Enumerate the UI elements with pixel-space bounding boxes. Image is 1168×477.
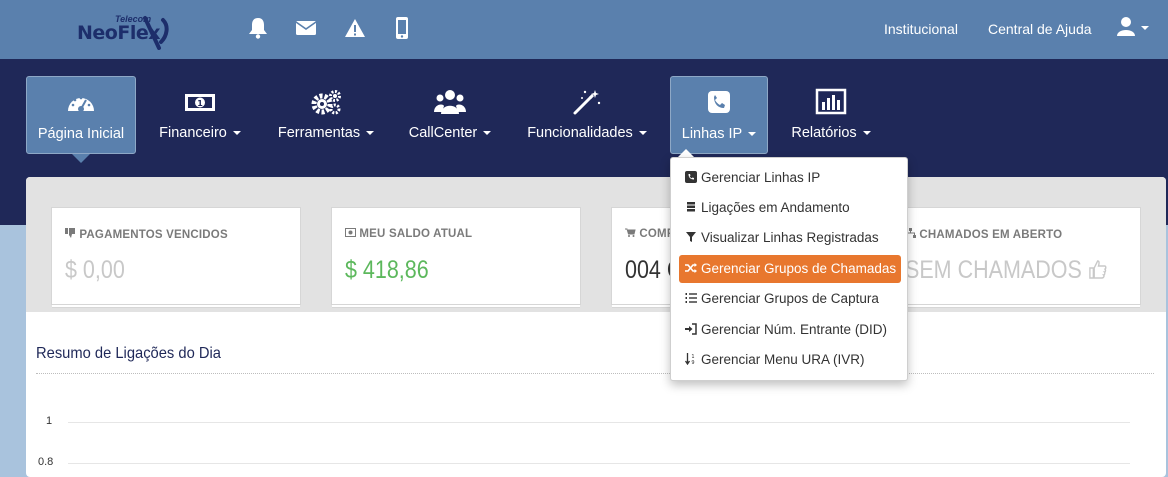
svg-text:9: 9 xyxy=(691,360,694,365)
card-current-balance: MEU SALDO ATUAL $ 418,86 xyxy=(331,207,581,305)
user-icon[interactable] xyxy=(1117,16,1153,43)
card-title: PAGAMENTOS VENCIDOS xyxy=(65,228,228,241)
card-open-tickets: CHAMADOS EM ABERTO SEM CHAMADOS xyxy=(891,207,1141,305)
active-indicator xyxy=(72,154,90,163)
menu-item-ivr-menu[interactable]: 1 9 Gerenciar Menu URA (IVR) xyxy=(679,346,901,374)
thumbs-down-icon xyxy=(65,228,75,238)
section-title: Resumo de Ligações do Dia xyxy=(36,345,221,362)
nav-item-linhas-ip[interactable]: Linhas IP xyxy=(670,76,768,154)
main-panel: PAGAMENTOS VENCIDOS $ 0,00 MEU SALDO ATU… xyxy=(26,177,1166,477)
grid-line xyxy=(68,463,1130,464)
grid-line xyxy=(68,422,1130,423)
top-bar: Telecom NeoFlex Institucional Central de… xyxy=(0,0,1168,59)
institucional-link[interactable]: Institucional xyxy=(884,21,958,37)
nav-label: Linhas IP xyxy=(681,126,743,142)
nav-item-funcionalidades[interactable]: Funcionalidades xyxy=(520,76,654,154)
money-icon xyxy=(345,228,356,237)
menu-item-manage-ip-lines[interactable]: Gerenciar Linhas IP xyxy=(679,164,901,192)
bell-icon[interactable] xyxy=(247,16,269,40)
chevron-down-icon xyxy=(232,131,241,136)
menu-item-call-groups[interactable]: Gerenciar Grupos de Chamadas xyxy=(679,255,901,283)
card-title: MEU SALDO ATUAL xyxy=(345,228,472,240)
menu-item-incoming-numbers[interactable]: Gerenciar Núm. Entrante (DID) xyxy=(679,316,901,344)
menu-item-capture-groups[interactable]: Gerenciar Grupos de Captura xyxy=(679,285,901,313)
cogs-icon xyxy=(310,88,342,116)
logo[interactable]: Telecom NeoFlex xyxy=(77,12,177,50)
nav-label: Relatórios xyxy=(791,125,857,141)
random-icon xyxy=(685,263,697,273)
nav-label: Financeiro xyxy=(159,125,227,141)
bar-chart-icon xyxy=(815,88,847,116)
thumbs-up-icon xyxy=(1088,260,1107,279)
envelope-icon[interactable] xyxy=(295,16,317,40)
money-icon: 1 xyxy=(184,88,216,116)
list-ol-icon xyxy=(685,293,697,303)
nav-label: Funcionalidades xyxy=(527,125,633,141)
phone-icon xyxy=(703,89,735,117)
cart-icon xyxy=(625,228,636,237)
nav-label: Ferramentas xyxy=(277,125,361,141)
section-divider xyxy=(36,373,1154,374)
nav-item-relatorios[interactable]: Relatórios xyxy=(782,76,880,154)
mobile-icon[interactable] xyxy=(391,16,413,40)
magic-wand-icon xyxy=(571,88,603,116)
filter-icon xyxy=(686,232,696,242)
svg-text:1: 1 xyxy=(197,99,203,108)
database-icon xyxy=(687,202,695,212)
menu-item-registered-lines[interactable]: Visualizar Linhas Registradas xyxy=(679,224,901,252)
sort-numeric-icon: 19 xyxy=(685,353,695,365)
chevron-down-icon xyxy=(483,131,492,136)
nav-item-financeiro[interactable]: 1 Financeiro xyxy=(148,76,252,154)
chevron-down-icon xyxy=(638,131,647,136)
card-value: $ 418,86 xyxy=(345,256,429,284)
nav-label: Página Inicial xyxy=(37,126,125,142)
phone-square-icon xyxy=(685,171,697,183)
card-value: SEM CHAMADOS xyxy=(905,256,1107,285)
nav-item-callcenter[interactable]: CallCenter xyxy=(400,76,500,154)
y-tick-label: 0.8 xyxy=(38,456,54,468)
linhas-ip-dropdown: Gerenciar Linhas IP Ligações em Andament… xyxy=(670,157,908,381)
nav-item-ferramentas[interactable]: Ferramentas xyxy=(268,76,384,154)
sign-in-icon xyxy=(685,323,697,335)
card-overdue-payments: PAGAMENTOS VENCIDOS $ 0,00 xyxy=(51,207,301,305)
card-title: CHAMADOS EM ABERTO xyxy=(905,228,1062,241)
nav-item-home[interactable]: Página Inicial xyxy=(26,76,136,154)
dashboard-icon xyxy=(65,89,97,117)
users-icon xyxy=(434,88,466,116)
card-value: $ 0,00 xyxy=(65,256,125,284)
help-center-link[interactable]: Central de Ajuda xyxy=(988,21,1092,37)
y-tick-label: 1 xyxy=(46,415,53,427)
menu-item-calls-in-progress[interactable]: Ligações em Andamento xyxy=(679,194,901,222)
warning-icon[interactable] xyxy=(344,16,366,40)
chevron-down-icon xyxy=(748,132,757,137)
card-title: COMP xyxy=(625,228,675,240)
chevron-down-icon xyxy=(862,131,871,136)
chevron-down-icon xyxy=(366,131,375,136)
nav-label: CallCenter xyxy=(408,125,478,141)
